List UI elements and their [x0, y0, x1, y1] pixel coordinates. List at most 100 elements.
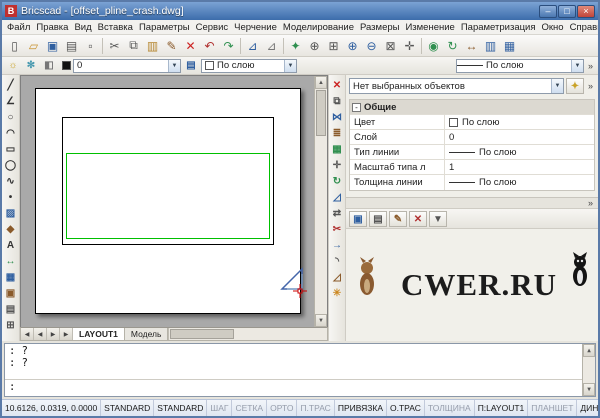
toolbars-icon[interactable]: ▦: [500, 36, 519, 55]
horizontal-scroll-thumb[interactable]: [170, 329, 235, 339]
hatch-tool-icon[interactable]: ▨: [3, 205, 19, 221]
tab-layout1[interactable]: LAYOUT1: [73, 328, 125, 340]
scroll-down-icon[interactable]: ▼: [315, 314, 327, 327]
chevron-down-icon[interactable]: ▼: [168, 59, 180, 72]
menu-edit[interactable]: Правка: [33, 22, 71, 33]
ucs-icon[interactable]: ⊿: [243, 36, 262, 55]
status-textstyle[interactable]: STANDARD: [101, 400, 155, 416]
offset-polyline-rectangle[interactable]: [66, 153, 270, 239]
text-tool-icon[interactable]: A: [3, 237, 19, 253]
extend-icon[interactable]: →: [329, 237, 345, 253]
print-icon[interactable]: ▤: [62, 36, 81, 55]
offset-icon[interactable]: ≣: [329, 125, 345, 141]
region-tool-icon[interactable]: ◆: [3, 221, 19, 237]
panel-button-edit[interactable]: ✎: [389, 211, 407, 227]
stretch-icon[interactable]: ⇄: [329, 205, 345, 221]
array-icon[interactable]: ▦: [329, 141, 345, 157]
named-views-icon[interactable]: ◉: [424, 36, 443, 55]
property-row-layer[interactable]: Слой 0: [350, 130, 594, 145]
zoom-window-icon[interactable]: ⊞: [324, 36, 343, 55]
fillet-icon[interactable]: ◝: [329, 253, 345, 269]
command-input[interactable]: :: [5, 380, 595, 394]
copy-modify-icon[interactable]: ⧉: [329, 93, 345, 109]
redo-icon[interactable]: ↷: [219, 36, 238, 55]
close-button[interactable]: ×: [577, 4, 595, 18]
tab-scroll-next-button[interactable]: ▶: [47, 328, 60, 340]
menu-modify[interactable]: Изменение: [402, 22, 457, 33]
status-dimstyle[interactable]: STANDARD: [154, 400, 208, 416]
menu-draw[interactable]: Черчение: [231, 22, 280, 33]
chevron-down-icon[interactable]: ▼: [284, 59, 296, 72]
color-combo[interactable]: По слою ▼: [201, 58, 297, 73]
layer-lock-icon[interactable]: ◧: [41, 58, 57, 73]
status-ortho[interactable]: ОРТО: [267, 400, 298, 416]
coordinates-readout[interactable]: 10.6126, 0.0319, 0.0000: [2, 400, 102, 416]
status-layout[interactable]: П:LAYOUT1: [475, 400, 529, 416]
print-preview-icon[interactable]: ▫: [81, 36, 100, 55]
vertical-scrollbar[interactable]: ▲ ▼: [314, 76, 327, 327]
spline-tool-icon[interactable]: ∿: [3, 173, 19, 189]
scroll-up-icon[interactable]: ▲: [315, 76, 327, 89]
menu-file[interactable]: Файл: [4, 22, 33, 33]
minimize-button[interactable]: –: [539, 4, 557, 18]
ellipse-tool-icon[interactable]: ◯: [3, 157, 19, 173]
move-icon[interactable]: ✛: [329, 157, 345, 173]
undo-icon[interactable]: ↶: [200, 36, 219, 55]
command-scrollbar[interactable]: ▲ ▼: [582, 344, 595, 396]
property-row-linetype[interactable]: Тип линии По слою: [350, 145, 594, 160]
copy-icon[interactable]: ⧉: [124, 36, 143, 55]
redraw-icon[interactable]: ✦: [286, 36, 305, 55]
ucs-world-icon[interactable]: ⊿: [262, 36, 281, 55]
panel-overflow-chevron[interactable]: »: [586, 198, 595, 208]
save-icon[interactable]: ▣: [43, 36, 62, 55]
menu-view[interactable]: Вид: [71, 22, 94, 33]
property-row-lineweight[interactable]: Толщина линии По слою: [350, 175, 594, 190]
menu-help[interactable]: Справка: [567, 22, 598, 33]
maximize-button[interactable]: □: [558, 4, 576, 18]
panel-button-open[interactable]: ▤: [369, 211, 387, 227]
paste-icon[interactable]: ▥: [143, 36, 162, 55]
menu-parametrize[interactable]: Параметризация: [458, 22, 539, 33]
erase-icon[interactable]: ✕: [181, 36, 200, 55]
menu-insert[interactable]: Вставка: [95, 22, 136, 33]
layer-freeze-icon[interactable]: ✻: [23, 58, 39, 73]
line-tool-icon[interactable]: ╱: [3, 77, 19, 93]
open-file-icon[interactable]: ▱: [24, 36, 43, 55]
scroll-up-icon[interactable]: ▲: [583, 344, 595, 357]
chevron-down-icon[interactable]: ▼: [570, 59, 583, 72]
status-tablet[interactable]: ПЛАНШЕТ: [528, 400, 578, 416]
layer-combo[interactable]: 0 ▼: [73, 58, 181, 73]
scale-icon[interactable]: ◿: [329, 189, 345, 205]
tab-scroll-prev-button[interactable]: ◀: [34, 328, 47, 340]
tab-scroll-last-button[interactable]: ▶: [60, 328, 73, 340]
mirror-icon[interactable]: ⋈: [329, 109, 345, 125]
status-dyninput[interactable]: ДИН.ВВОД: [577, 400, 598, 416]
chevron-down-icon[interactable]: ▼: [550, 79, 563, 93]
property-row-color[interactable]: Цвет По слою: [350, 115, 594, 130]
panel-overflow-chevron[interactable]: »: [586, 81, 595, 91]
status-polar[interactable]: П.ТРАС: [297, 400, 335, 416]
menu-model[interactable]: Моделирование: [280, 22, 357, 33]
zoom-in-icon[interactable]: ⊕: [343, 36, 362, 55]
pan-icon[interactable]: ✛: [400, 36, 419, 55]
cut-icon[interactable]: ✂: [105, 36, 124, 55]
zoom-extents-icon[interactable]: ⊠: [381, 36, 400, 55]
tab-scroll-first-button[interactable]: ◀: [21, 328, 34, 340]
explode-icon[interactable]: ✳: [329, 285, 345, 301]
menu-settings[interactable]: Параметры: [136, 22, 193, 33]
image-tool-icon[interactable]: ▣: [3, 285, 19, 301]
properties-section-general[interactable]: - Общие: [350, 100, 594, 115]
vertical-scroll-thumb[interactable]: [316, 90, 326, 136]
property-row-linetype-scale[interactable]: Масштаб типа л 1: [350, 160, 594, 175]
status-grid[interactable]: СЕТКА: [232, 400, 268, 416]
properties-panel-icon[interactable]: ▥: [481, 36, 500, 55]
menu-dimensions[interactable]: Размеры: [357, 22, 402, 33]
rotate-icon[interactable]: ↻: [329, 173, 345, 189]
rectangle-tool-icon[interactable]: ▭: [3, 141, 19, 157]
panel-button-delete[interactable]: ✕: [409, 211, 427, 227]
chamfer-icon[interactable]: ◿: [329, 269, 345, 285]
settings-tool-icon[interactable]: ⊞: [3, 317, 19, 333]
status-lineweight[interactable]: ТОЛЩИНА: [425, 400, 475, 416]
point-tool-icon[interactable]: •: [3, 189, 19, 205]
polyline-tool-icon[interactable]: ∠: [3, 93, 19, 109]
